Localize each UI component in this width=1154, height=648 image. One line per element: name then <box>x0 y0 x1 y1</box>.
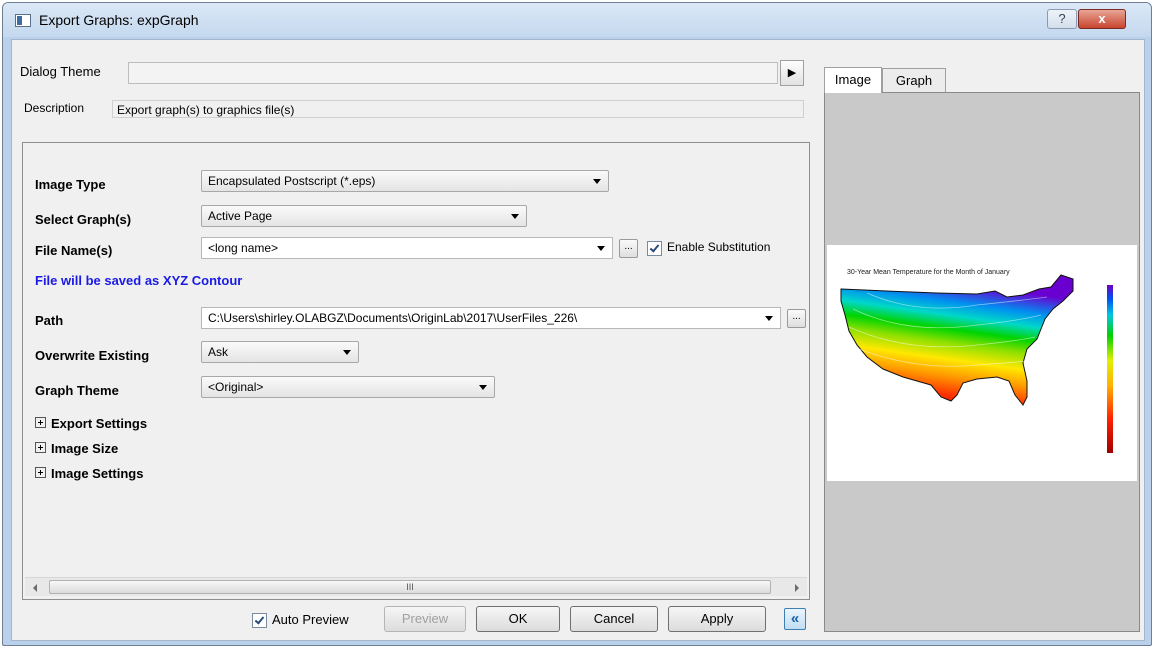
tree-node-image-settings[interactable]: Image Settings <box>35 466 143 481</box>
path-browse-button[interactable]: ... <box>787 309 806 328</box>
chevron-down-icon <box>593 179 601 184</box>
overwrite-existing-value: Ask <box>208 345 229 359</box>
settings-panel: Image Type Encapsulated Postscript (*.ep… <box>22 142 810 600</box>
expand-icon <box>35 417 46 428</box>
select-graphs-label: Select Graph(s) <box>35 212 132 227</box>
temperature-contour-map <box>840 274 1113 453</box>
graph-theme-value: <Original> <box>208 380 264 394</box>
apply-button[interactable]: Apply <box>668 606 766 632</box>
close-button[interactable]: x <box>1078 9 1126 29</box>
enable-substitution-checkbox[interactable] <box>647 241 662 256</box>
export-graphs-dialog: Export Graphs: expGraph ? x Dialog Theme… <box>2 2 1152 646</box>
select-graphs-value: Active Page <box>208 209 273 223</box>
overwrite-existing-label: Overwrite Existing <box>35 348 150 363</box>
usa-map-shape <box>840 274 1074 406</box>
tree-node-label: Export Settings <box>51 416 148 431</box>
color-scale-bar <box>1107 285 1113 453</box>
tab-image[interactable]: Image <box>824 67 882 93</box>
tree-node-label: Image Settings <box>51 466 144 481</box>
file-names-value: <long name> <box>208 241 279 255</box>
cancel-button[interactable]: Cancel <box>570 606 658 632</box>
tree-node-image-size[interactable]: Image Size <box>35 441 118 456</box>
description-label: Description <box>24 101 85 115</box>
preview-image: 30-Year Mean Temperature for the Month o… <box>827 245 1137 481</box>
ok-button[interactable]: OK <box>476 606 560 632</box>
scroll-right-icon[interactable] <box>795 584 799 592</box>
save-as-note: File will be saved as XYZ Contour <box>35 273 243 288</box>
path-label: Path <box>35 313 64 328</box>
tree-node-export-settings[interactable]: Export Settings <box>35 416 147 431</box>
dialog-client-area: Dialog Theme ▶ Description Export graph(… <box>11 39 1145 641</box>
image-preview-pane: 30-Year Mean Temperature for the Month o… <box>824 92 1140 632</box>
image-type-value: Encapsulated Postscript (*.eps) <box>208 174 376 188</box>
select-graphs-dropdown[interactable]: Active Page <box>201 205 527 227</box>
title-bar[interactable]: Export Graphs: expGraph ? x <box>3 3 1151 37</box>
file-names-label: File Name(s) <box>35 243 113 258</box>
chevron-down-icon <box>343 350 351 355</box>
dialog-theme-menu-button[interactable]: ▶ <box>780 60 804 86</box>
enable-substitution-label: Enable Substitution <box>667 240 771 254</box>
image-type-dropdown[interactable]: Encapsulated Postscript (*.eps) <box>201 170 609 192</box>
preview-button[interactable]: Preview <box>384 606 466 632</box>
file-names-browse-button[interactable]: ... <box>619 239 638 258</box>
overwrite-existing-dropdown[interactable]: Ask <box>201 341 359 363</box>
expand-icon <box>35 442 46 453</box>
path-value: C:\Users\shirley.OLABGZ\Documents\Origin… <box>208 311 578 325</box>
description-field: Export graph(s) to graphics file(s) <box>112 100 804 118</box>
chevron-down-icon <box>479 385 487 390</box>
graph-theme-dropdown[interactable]: <Original> <box>201 376 495 398</box>
chevron-down-icon <box>597 246 605 251</box>
expand-icon <box>35 467 46 478</box>
file-names-combo[interactable]: <long name> <box>201 237 613 259</box>
window-title: Export Graphs: expGraph <box>39 12 199 28</box>
collapse-preview-button[interactable]: « <box>784 608 806 630</box>
auto-preview-checkbox[interactable] <box>252 613 267 628</box>
scroll-left-icon[interactable] <box>33 584 37 592</box>
image-type-label: Image Type <box>35 177 106 192</box>
scrollbar-thumb[interactable]: III <box>49 580 771 594</box>
tree-node-label: Image Size <box>51 441 119 456</box>
dialog-theme-label: Dialog Theme <box>20 64 101 79</box>
chevron-down-icon <box>765 316 773 321</box>
tab-graph[interactable]: Graph <box>882 68 946 92</box>
preview-canvas: 30-Year Mean Temperature for the Month o… <box>827 95 1137 629</box>
chevron-down-icon <box>511 214 519 219</box>
path-combo[interactable]: C:\Users\shirley.OLABGZ\Documents\Origin… <box>201 307 781 329</box>
auto-preview-label: Auto Preview <box>272 612 349 627</box>
graph-theme-label: Graph Theme <box>35 383 119 398</box>
horizontal-scrollbar[interactable]: III <box>25 577 807 596</box>
app-icon <box>15 14 31 27</box>
dialog-theme-field[interactable] <box>128 62 778 84</box>
help-button[interactable]: ? <box>1047 9 1077 29</box>
